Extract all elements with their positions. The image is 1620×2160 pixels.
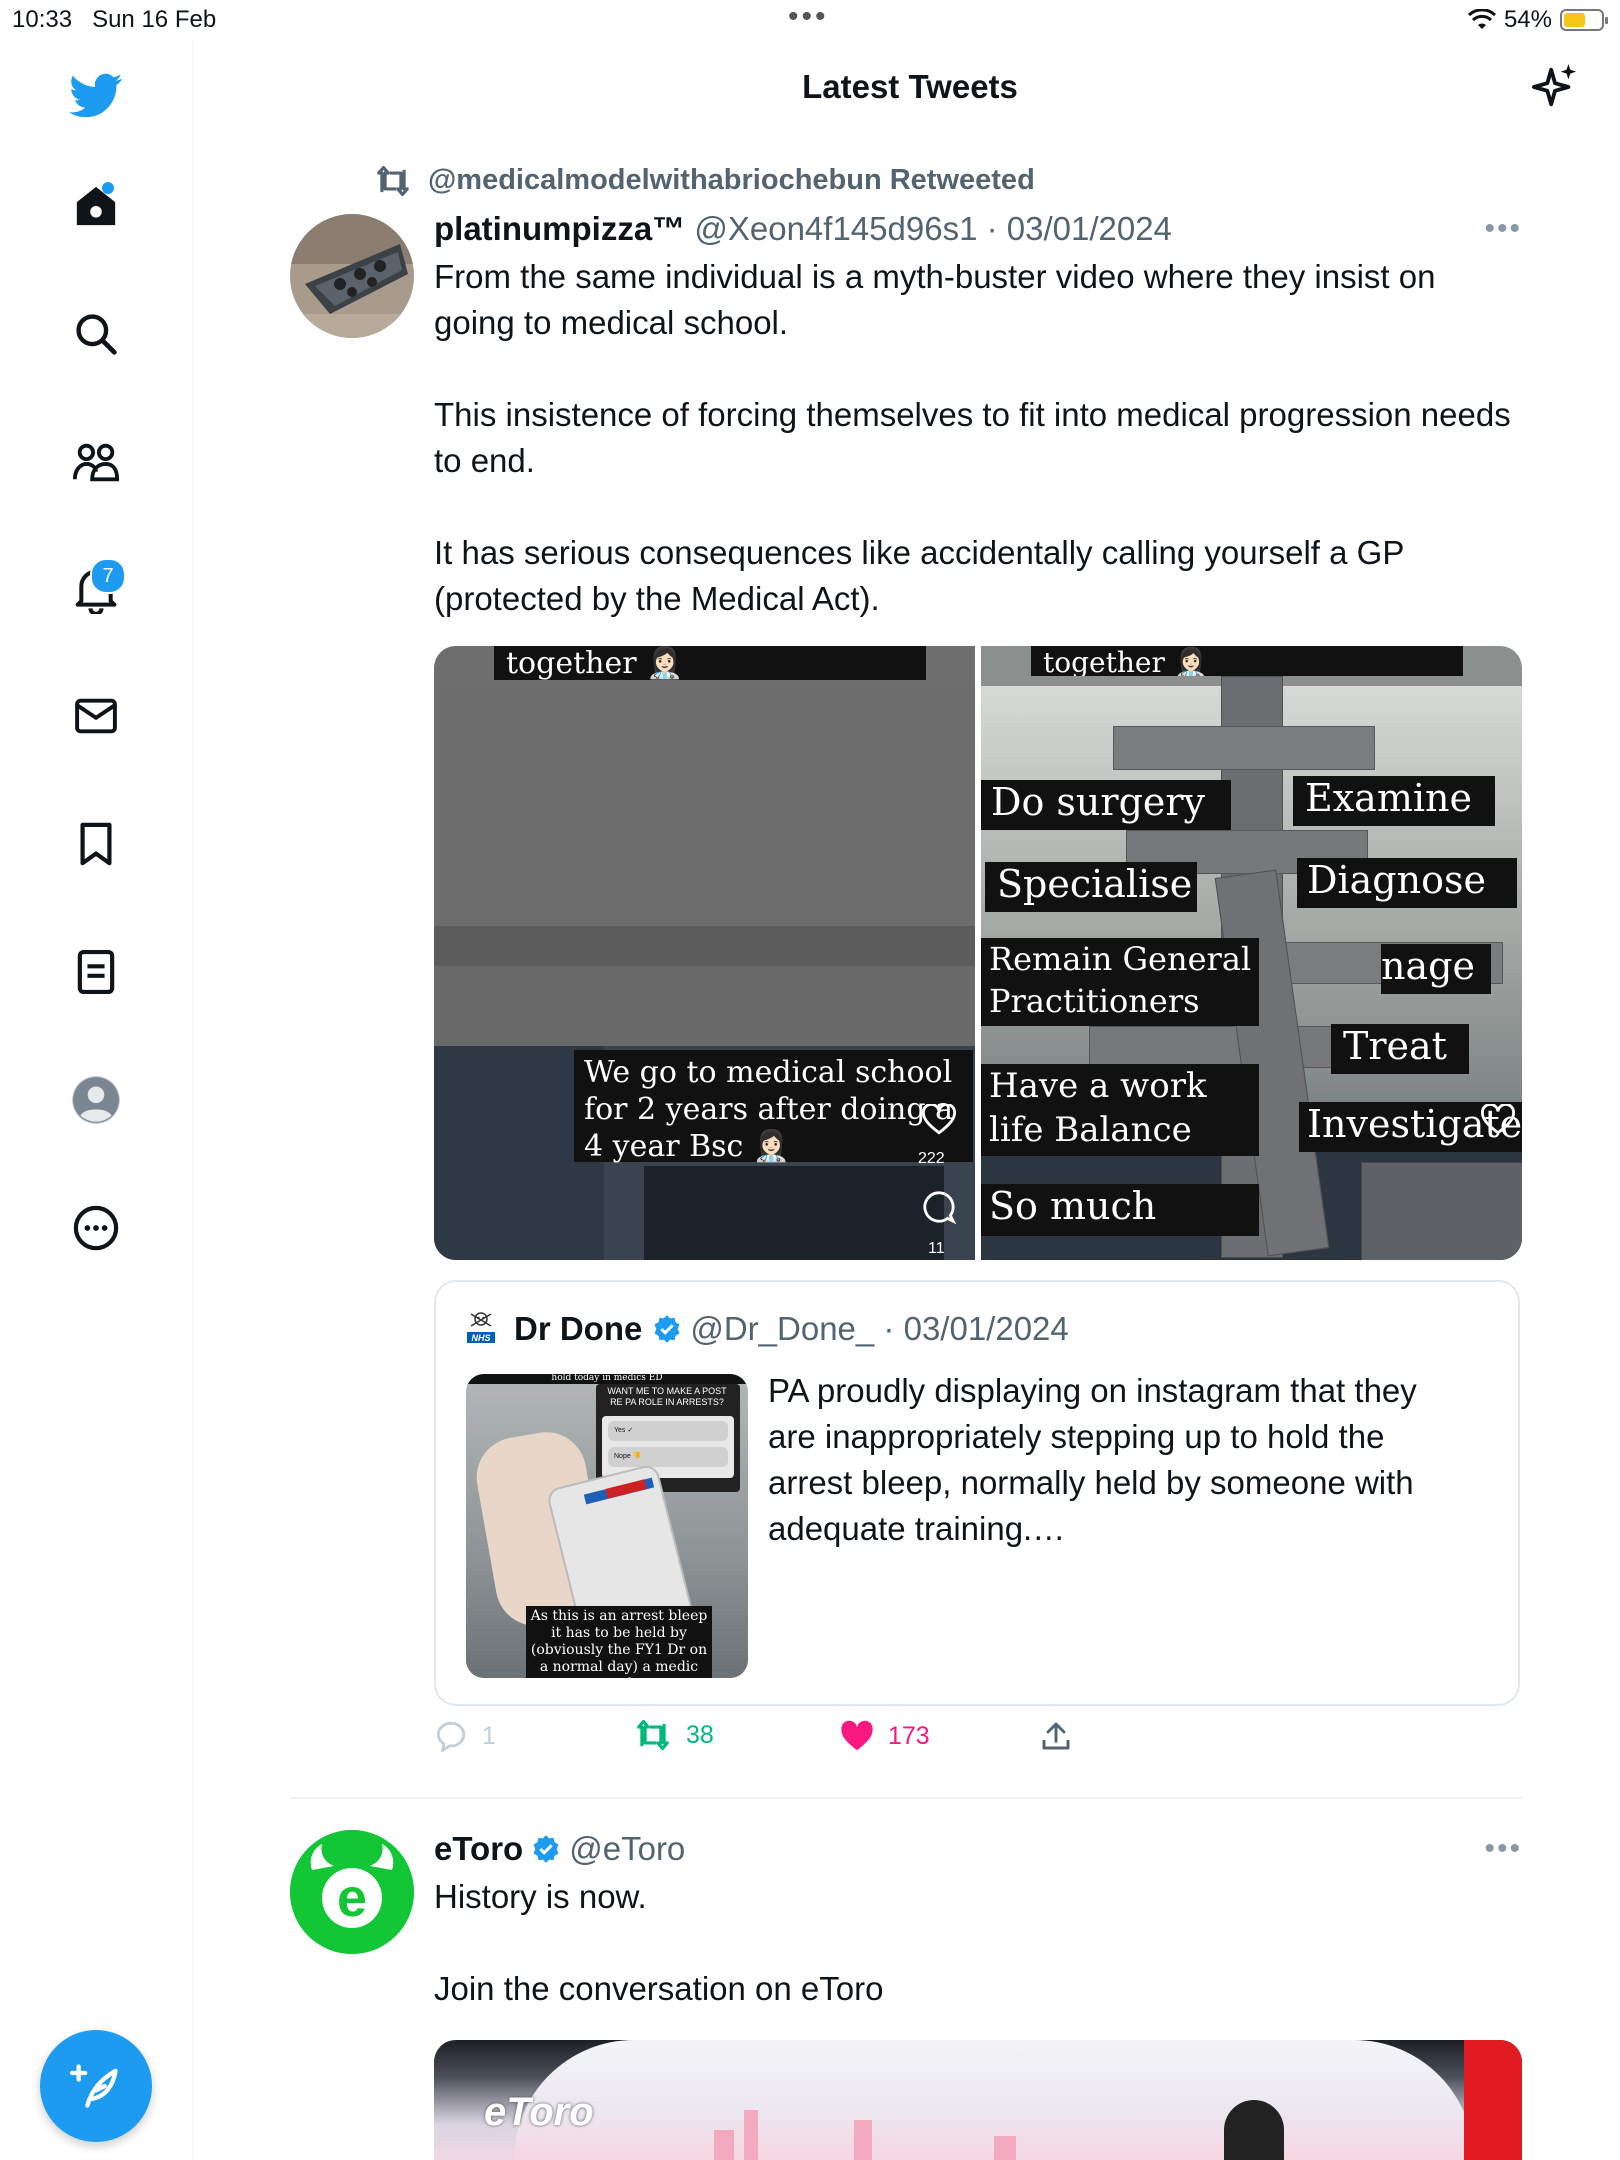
bookmarks-icon[interactable] — [66, 814, 126, 874]
quoted-thumb-poll-yes: Yes ✓ — [608, 1421, 728, 1441]
media-top-caption: together 👩🏻‍⚕️ — [494, 646, 926, 681]
search-icon[interactable] — [66, 304, 126, 364]
media-image-right[interactable]: together 👩🏻‍⚕️ Do surgery Specialise Rem… — [981, 646, 1522, 1260]
like-count: 173 — [888, 1721, 930, 1750]
more-options-icon[interactable] — [66, 1198, 126, 1258]
sidebar-nav: 7 — [0, 40, 193, 2160]
wifi-icon — [1467, 9, 1496, 29]
media-label: Remain General Practitioners — [981, 938, 1259, 1026]
quoted-thumb-poll-question: WANT ME TO MAKE A POST RE PA ROLE IN ARR… — [607, 1386, 727, 1407]
share-upload-icon — [1042, 1722, 1070, 1750]
sparkle-timeline-icon[interactable] — [1532, 62, 1578, 117]
retweet-context: @medicalmodelwithabriochebun Retweeted — [374, 164, 1035, 197]
tweet-header: platinumpizza™ @Xeon4f145d96s1 · 03/01/2… — [434, 210, 1172, 248]
quoted-tweet-text: PA proudly displaying on instagram that … — [768, 1372, 1417, 1547]
home-icon[interactable] — [66, 176, 126, 236]
nhs-avatar-icon[interactable]: NHS — [466, 1310, 496, 1344]
share-button[interactable] — [1040, 1720, 1072, 1752]
multitask-dots[interactable]: ••• — [788, 0, 829, 34]
heart-icon — [1481, 1104, 1515, 1135]
media-label: Treat — [1331, 1024, 1469, 1074]
author-handle-date[interactable]: @Xeon4f145d96s1 · 03/01/2024 — [694, 210, 1172, 247]
tweet-media[interactable]: together 👩🏻‍⚕️ We go to medical school f… — [434, 646, 1522, 1260]
quoted-author-name[interactable]: Dr Done — [514, 1310, 642, 1348]
tweet-text: History is now. Join the conversation on… — [434, 1878, 884, 2007]
reply-bubble-icon — [436, 1721, 466, 1752]
svg-text:NHS: NHS — [471, 1333, 490, 1343]
status-time: 10:33 Sun 16 Feb — [12, 6, 217, 33]
media-comment-count: 11 — [928, 1240, 945, 1257]
avatar[interactable]: e — [290, 1830, 414, 1954]
media-like-count: 222 — [918, 1150, 945, 1167]
reply-count: 1 — [482, 1721, 496, 1750]
status-bar: 10:33 Sun 16 Feb ••• 54% — [0, 0, 1620, 40]
media-label: Specialise — [985, 862, 1197, 912]
more-options-icon[interactable]: ••• — [1484, 1832, 1522, 1866]
tweet[interactable]: @medicalmodelwithabriochebun Retweeted p… — [290, 150, 1522, 1800]
lists-icon[interactable] — [66, 942, 126, 1002]
media-label: nage — [1381, 944, 1491, 994]
quoted-author-handle-date[interactable]: @Dr_Done_ · 03/01/2024 — [690, 1310, 1068, 1348]
media-label: Examine — [1293, 776, 1495, 826]
notifications-badge: 7 — [90, 558, 126, 594]
retweet-count: 38 — [686, 1720, 714, 1749]
retweeted-by-label[interactable]: @medicalmodelwithabriochebun Retweeted — [428, 164, 1035, 197]
quoted-tweet[interactable]: NHS Dr Done @Dr_Done_ · 03/01/2024 hold … — [434, 1280, 1520, 1706]
comment-bubble-icon — [923, 1191, 956, 1224]
home-new-dot — [102, 182, 114, 194]
quoted-thumb-poll-no: Nope 👎 — [608, 1447, 728, 1467]
verified-badge-icon — [533, 1835, 559, 1863]
svg-text:e: e — [337, 1868, 367, 1928]
messages-mail-icon[interactable] — [66, 686, 126, 746]
quoted-thumb-caption: As this is an arrest bleep it has to be … — [530, 1608, 708, 1678]
author-handle[interactable]: @eToro — [569, 1830, 685, 1868]
heart-icon — [922, 1104, 956, 1135]
reply-button[interactable]: 1 — [434, 1720, 496, 1752]
tweet-text: From the same individual is a myth-buste… — [434, 258, 1511, 617]
media-label: Diagnose — [1297, 858, 1517, 908]
retweet-icon — [637, 1720, 669, 1750]
quoted-tweet-header: Dr Done @Dr_Done_ · 03/01/2024 — [514, 1310, 1069, 1348]
media-label: So much more — [981, 1184, 1259, 1236]
status-right: 54% — [1467, 6, 1608, 34]
media-image-left[interactable]: together 👩🏻‍⚕️ We go to medical school f… — [434, 646, 975, 1260]
avatar[interactable] — [290, 214, 414, 338]
verified-badge-icon — [654, 1315, 680, 1343]
media-caption: We go to medical school for 2 years afte… — [574, 1050, 973, 1164]
communities-icon[interactable] — [66, 432, 126, 492]
tweet-divider — [290, 1797, 1522, 1799]
like-button[interactable]: 173 — [840, 1720, 930, 1752]
author-name[interactable]: platinumpizza™ — [434, 210, 685, 247]
tweet[interactable]: e eToro @eToro ••• History is now. Join … — [290, 1820, 1522, 2160]
compose-tweet-button[interactable] — [40, 2030, 152, 2142]
compose-feather-icon — [70, 2064, 118, 2108]
tweet-media[interactable]: eToro — [434, 2040, 1522, 2160]
quoted-thumb-top-text: hold today in medics ED — [466, 1374, 748, 1384]
page-title: Latest Tweets — [802, 68, 1018, 105]
media-label: Have a work life Balance — [981, 1064, 1259, 1156]
profile-avatar-icon[interactable] — [66, 1070, 126, 1130]
more-options-icon[interactable]: ••• — [1484, 212, 1522, 246]
media-label: Do surgery — [981, 780, 1231, 830]
media-top-caption: together 👩🏻‍⚕️ — [1031, 646, 1463, 676]
tweet-header: eToro @eToro — [434, 1830, 685, 1868]
battery-percent: 54% — [1503, 6, 1552, 33]
twitter-logo-icon[interactable] — [66, 66, 126, 126]
author-name[interactable]: eToro — [434, 1830, 523, 1868]
battery-icon — [1560, 9, 1608, 31]
retweet-icon — [377, 165, 409, 196]
retweet-button[interactable]: 38 — [634, 1720, 714, 1750]
etoro-media-logo: eToro — [484, 2090, 594, 2134]
notifications-bell-icon[interactable]: 7 — [66, 558, 126, 620]
heart-filled-icon — [841, 1720, 873, 1751]
tweet-actions: 1 38 173 — [434, 1720, 1134, 1770]
quoted-media-thumbnail[interactable]: hold today in medics ED WANT ME TO MAKE … — [466, 1374, 748, 1678]
